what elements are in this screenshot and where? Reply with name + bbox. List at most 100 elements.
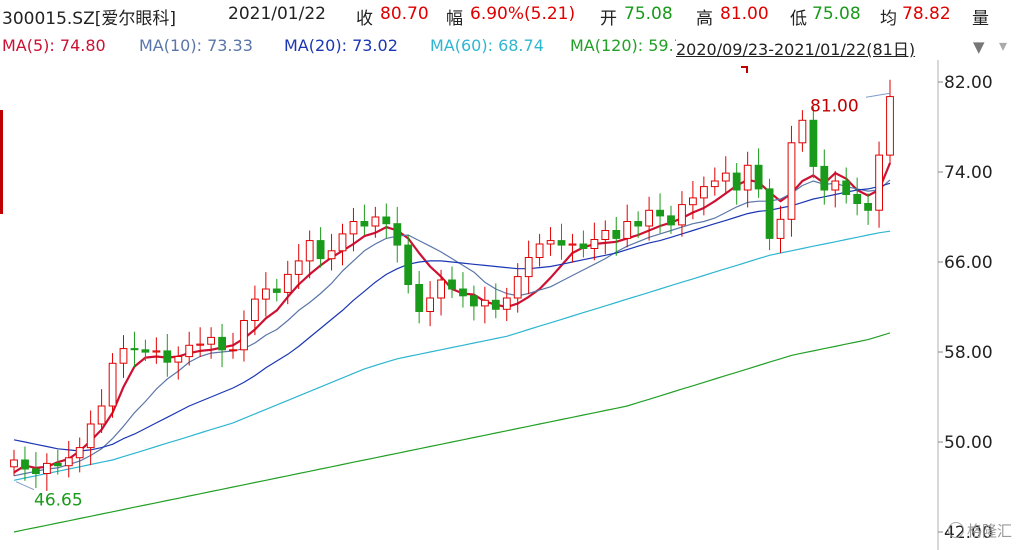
candle: [393, 206, 402, 263]
candle: [174, 346, 183, 380]
candle-body: [108, 362, 117, 407]
y-tick-label: 58.00: [944, 343, 993, 363]
ma-line-ma5: [13, 162, 892, 474]
candle: [415, 271, 424, 324]
ma60-legend: MA(60): 68.74: [430, 36, 544, 55]
candle: [470, 285, 478, 321]
volume-label: 量: [972, 9, 989, 29]
candle-body: [776, 218, 785, 239]
ma-line-ma20: [13, 182, 891, 452]
candle-body: [700, 186, 708, 199]
candle-body: [229, 349, 237, 352]
candle-body: [470, 295, 478, 307]
candle-body: [798, 119, 807, 144]
ma-line-ma10: [13, 179, 891, 477]
candle-body: [875, 154, 884, 211]
candle-body: [371, 216, 380, 227]
candle: [196, 327, 205, 358]
candle: [853, 177, 862, 216]
candle-body: [240, 320, 248, 351]
candle-body: [579, 243, 588, 249]
candle-body: [842, 180, 851, 195]
candle-body: [75, 447, 84, 459]
candle-body: [437, 279, 446, 299]
candle-body: [404, 244, 413, 286]
candle: [21, 446, 29, 481]
date-range-label[interactable]: 2020/09/23-2021/01/22(81日): [676, 36, 916, 60]
candle-body: [305, 240, 314, 262]
y-tick-label: 50.00: [944, 433, 993, 453]
candle: [546, 227, 555, 256]
candle-body: [262, 288, 270, 300]
candle: [119, 335, 128, 378]
candle: [360, 204, 369, 235]
stock-code-name: 300015.SZ[爱尔眼科]: [2, 9, 177, 29]
candle: [404, 235, 413, 294]
candle-body: [721, 172, 730, 182]
candle-body: [459, 288, 467, 297]
candle-body: [481, 299, 489, 307]
candle-body: [283, 273, 292, 293]
candle-body: [513, 276, 522, 299]
period-marker: [741, 66, 748, 73]
avg-value: 78.82: [902, 4, 951, 24]
candle: [601, 220, 610, 255]
candle-body: [491, 299, 500, 310]
candle-body: [119, 348, 128, 364]
candle-body: [426, 297, 435, 312]
candle: [426, 281, 435, 327]
candle-body: [557, 240, 566, 246]
candle-body: [382, 216, 391, 225]
open-label: 开: [600, 9, 617, 29]
candle: [152, 337, 161, 364]
candle-body: [754, 164, 763, 190]
candle-body: [196, 343, 205, 346]
candle: [524, 240, 533, 295]
candle-body: [853, 194, 862, 204]
candle: [64, 440, 73, 478]
close-value: 80.70: [380, 4, 429, 24]
candle-body: [612, 230, 621, 239]
close-label: 收: [356, 9, 373, 29]
dropdown-triangle-icon[interactable]: ▼: [973, 38, 985, 56]
low-annotation: 46.65: [34, 491, 83, 511]
candle-body: [152, 350, 161, 353]
candle-body: [360, 221, 369, 227]
candle: [316, 227, 325, 268]
low-label: 低: [790, 9, 807, 29]
candle: [798, 110, 807, 152]
candle-body: [97, 405, 106, 425]
candle-body: [710, 180, 719, 188]
candle-body: [10, 459, 18, 468]
candle: [240, 310, 248, 362]
candle: [732, 163, 741, 205]
candle-body: [218, 336, 226, 351]
candle-body: [32, 468, 40, 474]
y-tick-label: 66.00: [944, 253, 993, 273]
candle: [338, 223, 347, 266]
candle-body: [64, 457, 73, 467]
candle: [590, 222, 599, 261]
candle: [864, 193, 873, 225]
more-icon[interactable]: ▾: [999, 36, 1007, 55]
candle: [623, 204, 632, 248]
candle-body: [130, 348, 139, 351]
candle-body: [634, 221, 643, 227]
candle: [710, 167, 719, 196]
low-pointer: [15, 481, 35, 491]
candle-body: [678, 204, 686, 226]
watermark: 格隆汇: [948, 520, 1012, 541]
candle-body: [732, 172, 741, 191]
candle: [130, 331, 139, 368]
candle: [809, 106, 818, 179]
candle-body: [174, 356, 183, 363]
y-tick-label: 74.00: [944, 163, 993, 183]
change-label: 幅: [446, 9, 463, 29]
candle: [787, 125, 796, 237]
candle: [32, 452, 40, 489]
candle: [721, 156, 730, 193]
low-value: 75.08: [812, 4, 861, 24]
candle: [765, 178, 774, 251]
candle-body: [787, 142, 796, 220]
watermark-text: 格隆汇: [967, 522, 1013, 540]
